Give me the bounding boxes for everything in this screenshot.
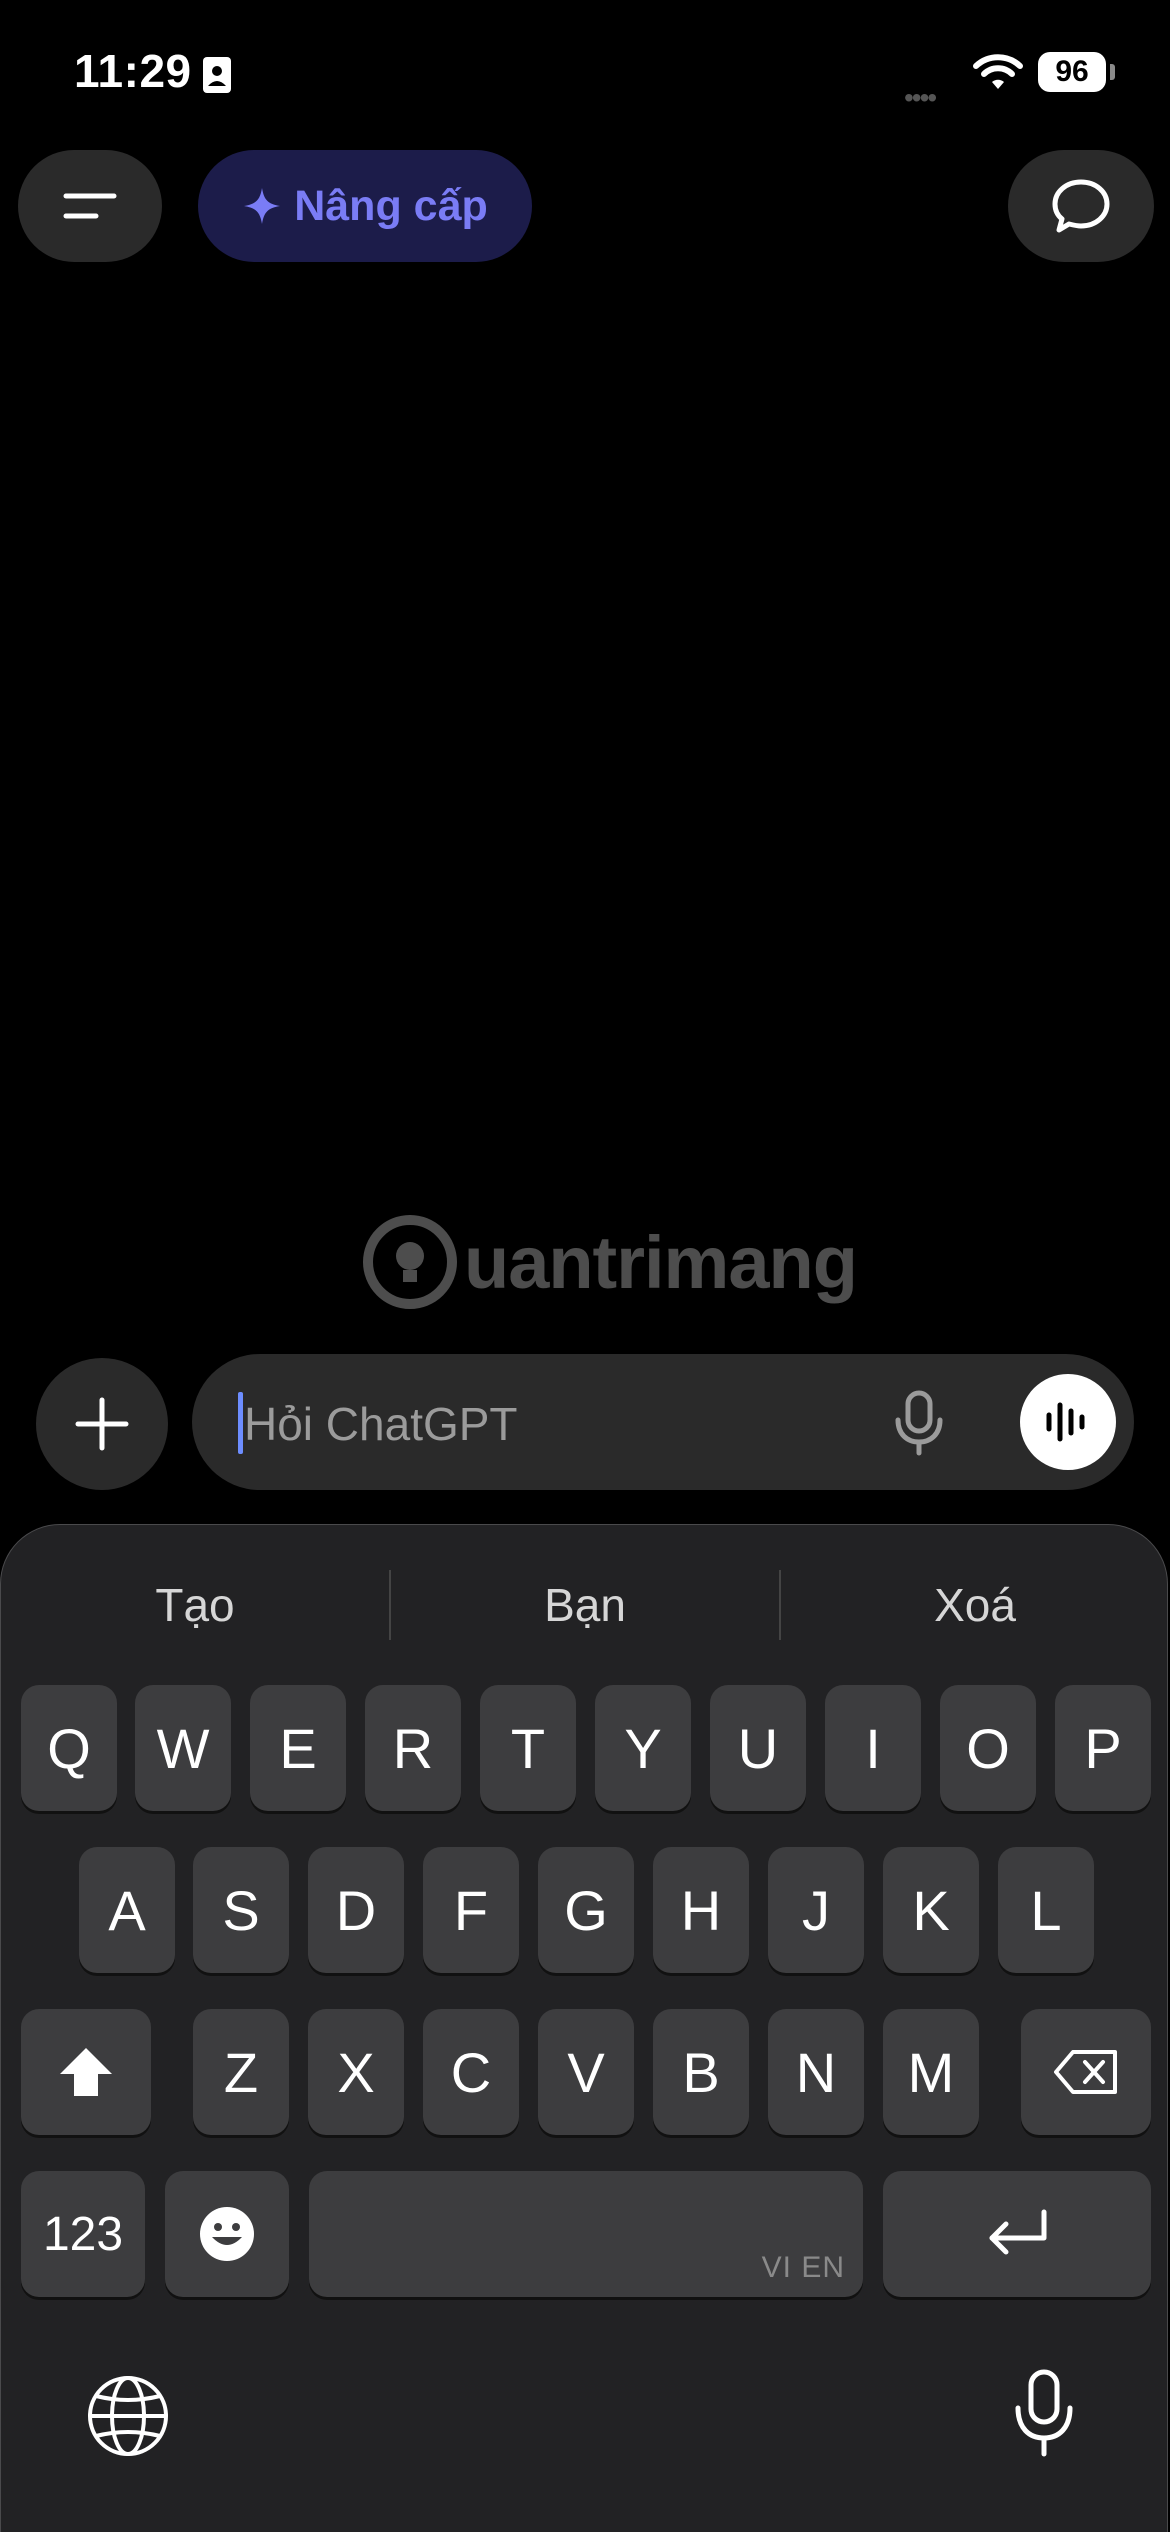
battery-indicator: 96 (1038, 52, 1106, 92)
key-s[interactable]: S (193, 1847, 289, 1973)
key-l[interactable]: L (998, 1847, 1094, 1973)
microphone-icon (895, 1390, 943, 1456)
key-a[interactable]: A (79, 1847, 175, 1973)
key-e[interactable]: E (250, 1685, 346, 1811)
plus-icon (75, 1397, 129, 1451)
globe-button[interactable] (83, 2371, 173, 2461)
keyboard: Tạo Bạn Xoá Q W E R T Y U I O P A S D F … (0, 1524, 1168, 2532)
backspace-icon (1054, 2050, 1117, 2094)
key-k[interactable]: K (883, 1847, 979, 1973)
suggestion-2[interactable]: Bạn (391, 1565, 779, 1645)
wifi-icon (972, 52, 1024, 92)
battery-tip (1110, 64, 1115, 80)
emoji-icon (200, 2207, 254, 2261)
watermark-logo: uantrimang (360, 1212, 858, 1312)
new-chat-button[interactable] (1008, 150, 1154, 262)
sidebar-menu-button[interactable] (18, 150, 162, 262)
sparkle-icon (244, 188, 281, 224)
key-u[interactable]: U (710, 1685, 806, 1811)
key-c[interactable]: C (423, 2009, 519, 2135)
keyboard-dictation-button[interactable] (1009, 2363, 1079, 2463)
key-o[interactable]: O (940, 1685, 1036, 1811)
space-language-hint: VI EN (761, 2251, 845, 2284)
menu-icon (63, 193, 117, 219)
key-g[interactable]: G (538, 1847, 634, 1973)
suggestion-1[interactable]: Tạo (1, 1565, 389, 1645)
signal-dots-text: •••• (904, 82, 937, 113)
new-chat-icon (1052, 179, 1110, 233)
key-z[interactable]: Z (193, 2009, 289, 2135)
key-v[interactable]: V (538, 2009, 634, 2135)
voice-mode-button[interactable] (1020, 1374, 1116, 1470)
key-w[interactable]: W (135, 1685, 231, 1811)
attach-button[interactable] (36, 1358, 168, 1490)
key-x[interactable]: X (308, 2009, 404, 2135)
composer-bar (192, 1354, 1134, 1490)
key-h[interactable]: H (653, 1847, 749, 1973)
key-r[interactable]: R (365, 1685, 461, 1811)
suggestion-bar: Tạo Bạn Xoá (1, 1565, 1169, 1645)
status-time: 11:29 (74, 45, 192, 97)
backspace-key[interactable] (1021, 2009, 1151, 2135)
key-n[interactable]: N (768, 2009, 864, 2135)
key-t[interactable]: T (480, 1685, 576, 1811)
space-key[interactable]: VI EN (309, 2171, 863, 2297)
upgrade-button[interactable]: Nâng cấp (198, 150, 532, 262)
signal-dots: •••• (904, 82, 937, 114)
globe-icon (88, 2376, 168, 2456)
shift-key[interactable] (21, 2009, 151, 2135)
dictation-button[interactable] (886, 1388, 952, 1458)
emoji-key[interactable] (165, 2171, 289, 2297)
upgrade-label: Nâng cấp (294, 181, 488, 230)
key-p[interactable]: P (1055, 1685, 1151, 1811)
key-b[interactable]: B (653, 2009, 749, 2135)
lightbulb-logo-icon (363, 1215, 457, 1309)
key-i[interactable]: I (825, 1685, 921, 1811)
contact-card-icon (202, 56, 232, 94)
return-key[interactable] (883, 2171, 1151, 2297)
microphone-icon (1015, 2369, 1073, 2457)
suggestion-3[interactable]: Xoá (781, 1565, 1169, 1645)
key-q[interactable]: Q (21, 1685, 117, 1811)
key-j[interactable]: J (768, 1847, 864, 1973)
key-f[interactable]: F (423, 1847, 519, 1973)
waveform-icon (1046, 1402, 1085, 1442)
shift-arrow-icon (60, 2048, 112, 2096)
key-d[interactable]: D (308, 1847, 404, 1973)
return-arrow-icon (989, 2209, 1047, 2255)
message-input[interactable] (242, 1378, 866, 1470)
numbers-key[interactable]: 123 (21, 2171, 145, 2297)
key-y[interactable]: Y (595, 1685, 691, 1811)
watermark-text: uantrimang (464, 1220, 858, 1304)
key-m[interactable]: M (883, 2009, 979, 2135)
